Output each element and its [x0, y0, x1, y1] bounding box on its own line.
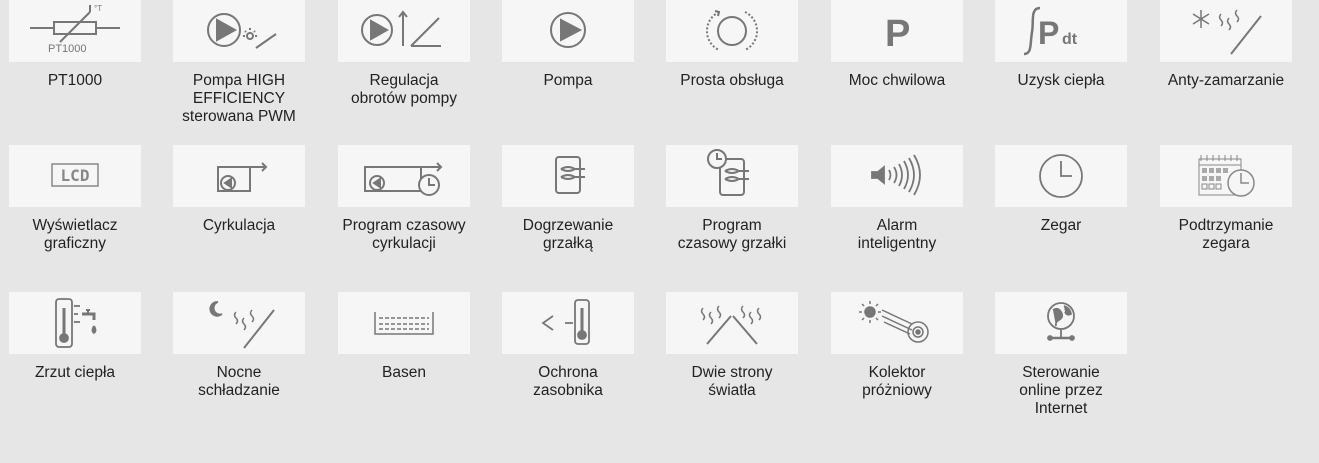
circulation-icon [173, 145, 305, 207]
feature-label: Program czasowy grzałki [677, 217, 787, 252]
feature-smart-alarm: Alarm inteligentny [822, 145, 972, 295]
feature-label: Dogrzewanie grzałką [522, 217, 614, 252]
night-cooling-icon [173, 292, 305, 354]
pump-high-efficiency-icon [173, 0, 305, 62]
feature-label: Pompa [543, 72, 593, 89]
feature-pump: Pompa [493, 0, 643, 150]
feature-row-1: °T PT1000 PT1000 Pompa HIGH EFFICIENCY s… [0, 0, 1319, 150]
feature-label: Nocne schładzanie [198, 364, 280, 399]
feature-pool: Basen [329, 292, 479, 442]
feature-label: Zegar [1040, 217, 1082, 234]
feature-heater-timer: Program czasowy grzałki [657, 145, 807, 295]
feature-heat-gain: P dt Uzysk ciepła [986, 0, 1136, 150]
rotary-knob-icon [666, 0, 798, 62]
feature-simple-operation: Prosta obsługa [657, 0, 807, 150]
feature-label: Prosta obsługa [680, 72, 784, 89]
lcd-display-icon: LCD [9, 145, 141, 207]
svg-text:P: P [885, 13, 910, 55]
svg-text:dt: dt [1062, 31, 1078, 48]
feature-circulation-timer: Program czasowy cyrkulacji [329, 145, 479, 295]
feature-label: Kolektor próżniowy [862, 364, 932, 399]
two-sides-light-icon [666, 292, 798, 354]
clock-icon [995, 145, 1127, 207]
feature-tank-protection: Ochrona zasobnika [493, 292, 643, 442]
feature-pump-speed-regulation: Regulacja obrotów pompy [329, 0, 479, 150]
heat-dump-thermometer-icon [9, 292, 141, 354]
feature-label: Cyrkulacja [202, 217, 276, 234]
feature-icon-grid: °T PT1000 PT1000 Pompa HIGH EFFICIENCY s… [0, 0, 1319, 463]
feature-row-3: Zrzut ciepła Nocne schładzanie Basen Och… [0, 292, 1319, 442]
power-p-icon: P [831, 0, 963, 62]
feature-heat-dump: Zrzut ciepła [0, 292, 150, 442]
feature-label: Moc chwilowa [848, 72, 946, 89]
feature-pt1000: °T PT1000 PT1000 [0, 0, 150, 150]
feature-instant-power: P Moc chwilowa [822, 0, 972, 150]
svg-text:P: P [1038, 15, 1059, 51]
feature-night-cooling: Nocne schładzanie [164, 292, 314, 442]
feature-internet-control: Sterowanie online przez Internet [986, 292, 1136, 442]
alarm-speaker-icon [831, 145, 963, 207]
feature-row-2: LCD Wyświetlacz graficzny Cyrkulacja Pro… [0, 145, 1319, 295]
feature-lcd: LCD Wyświetlacz graficzny [0, 145, 150, 295]
feature-label: PT1000 [47, 72, 103, 89]
svg-text:PT1000: PT1000 [48, 43, 87, 55]
anti-freeze-icon [1160, 0, 1292, 62]
pool-icon [338, 292, 470, 354]
svg-text:°T: °T [94, 4, 102, 13]
internet-globe-icon [995, 292, 1127, 354]
svg-text:LCD: LCD [61, 166, 90, 185]
heater-timer-icon [666, 145, 798, 207]
feature-label: Basen [382, 364, 426, 381]
feature-label: Anty-zamarzanie [1167, 72, 1285, 89]
feature-two-sides-light: Dwie strony światła [657, 292, 807, 442]
feature-vacuum-collector: Kolektor próżniowy [822, 292, 972, 442]
feature-label: Sterowanie online przez Internet [1019, 364, 1103, 417]
feature-label: Alarm inteligentny [857, 217, 937, 252]
thermistor-icon: °T PT1000 [9, 0, 141, 62]
feature-label: Dwie strony światła [691, 364, 773, 399]
feature-clock: Zegar [986, 145, 1136, 295]
feature-label: Uzysk ciepła [1017, 72, 1105, 89]
tank-protection-icon [502, 292, 634, 354]
feature-label: Wyświetlacz graficzny [32, 217, 118, 252]
vacuum-collector-icon [831, 292, 963, 354]
feature-clock-backup: Podtrzymanie zegara [1151, 145, 1301, 295]
heat-gain-integral-icon: P dt [995, 0, 1127, 62]
feature-circulation: Cyrkulacja [164, 145, 314, 295]
feature-label: Ochrona zasobnika [533, 364, 603, 399]
pump-speed-regulation-icon [338, 0, 470, 62]
feature-pump-high-efficiency: Pompa HIGH EFFICIENCY sterowana PWM [164, 0, 314, 150]
feature-heater: Dogrzewanie grzałką [493, 145, 643, 295]
heater-tank-icon [502, 145, 634, 207]
feature-anti-freeze: Anty-zamarzanie [1151, 0, 1301, 150]
circulation-timer-icon [338, 145, 470, 207]
calendar-clock-icon [1160, 145, 1292, 207]
feature-label: Zrzut ciepła [34, 364, 116, 381]
feature-label: Podtrzymanie zegara [1178, 217, 1274, 252]
feature-label: Regulacja obrotów pompy [351, 72, 457, 107]
pump-icon [502, 0, 634, 62]
feature-label: Program czasowy cyrkulacji [342, 217, 466, 252]
feature-label: Pompa HIGH EFFICIENCY sterowana PWM [182, 72, 296, 125]
